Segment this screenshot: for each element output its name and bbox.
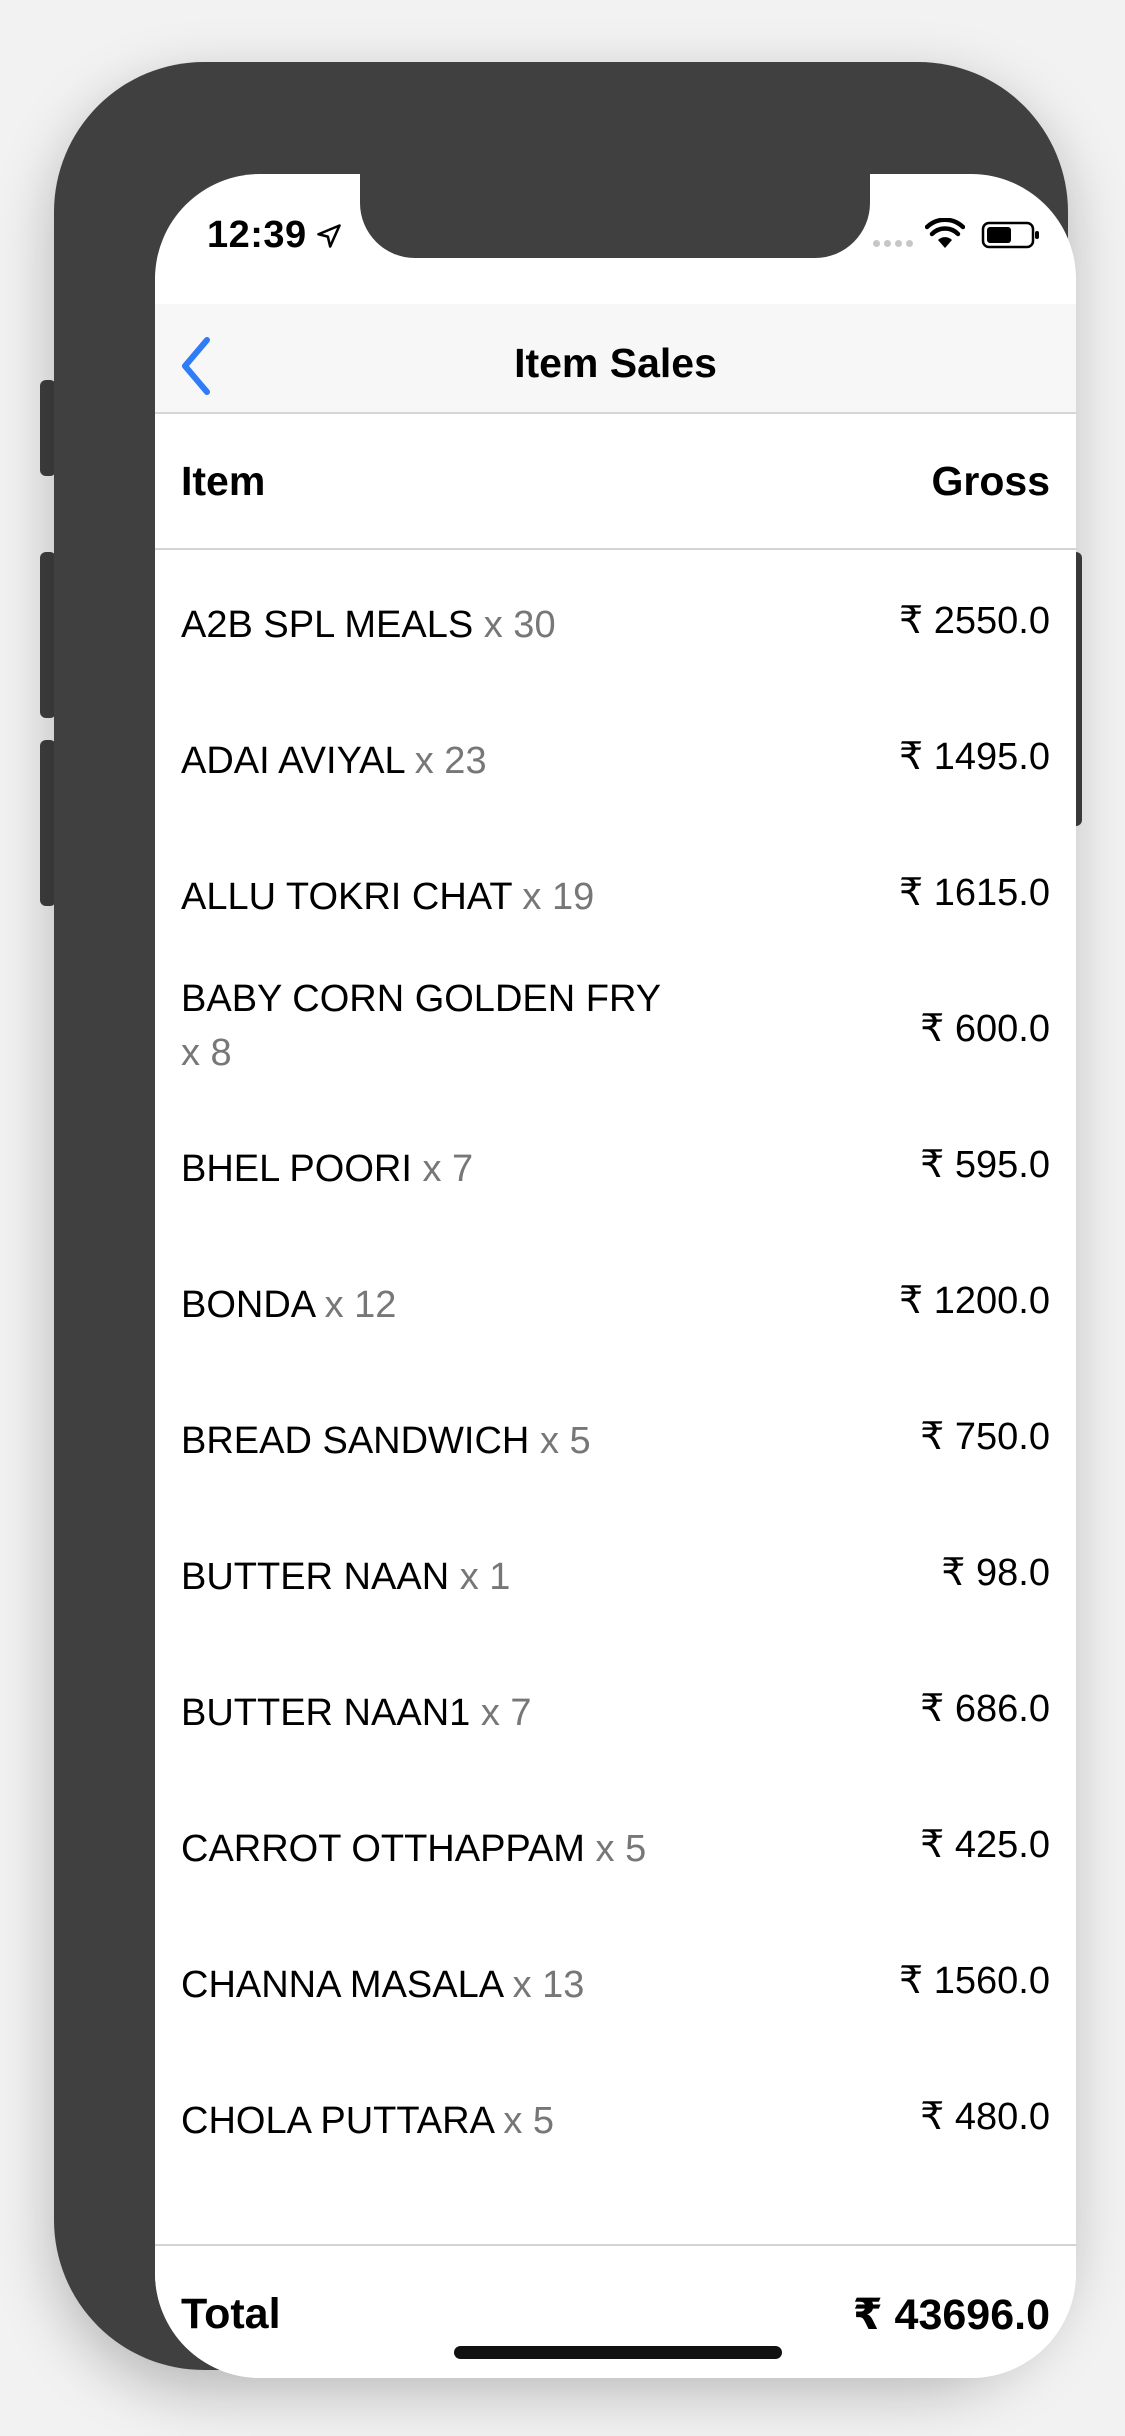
navigation-bar: Item Sales [155, 304, 1076, 414]
item-gross: ₹ 1200.0 [899, 1280, 1050, 1322]
item-label: CARROT OTTHAPPAM x 5 [181, 1822, 701, 1876]
item-name: BABY CORN GOLDEN FRY [181, 978, 662, 1020]
item-label: BREAD SANDWICH x 5 [181, 1414, 701, 1468]
item-label: CHANNA MASALA x 13 [181, 1958, 701, 2012]
table-header: Item Gross [155, 414, 1076, 550]
app-screen: 12:39 Item Sales Item Gross A2B SPL MEAL… [155, 174, 1076, 2378]
item-gross: ₹ 480.0 [920, 2096, 1050, 2138]
item-gross: ₹ 98.0 [941, 1552, 1050, 1594]
column-header-gross: Gross [931, 458, 1051, 504]
location-arrow-icon [317, 224, 341, 248]
item-name: ALLU TOKRI CHAT [181, 876, 512, 918]
item-name: BREAD SANDWICH [181, 1420, 530, 1462]
table-row[interactable]: BUTTER NAAN1 x 7 ₹ 686.0 [155, 1638, 1076, 1774]
item-label: BABY CORN GOLDEN FRY x 8 [181, 972, 701, 1080]
table-row[interactable]: ALLU TOKRI CHAT x 19 ₹ 1615.0 [155, 822, 1076, 958]
item-quantity: x 1 [459, 1556, 511, 1598]
item-label: BHEL POORI x 7 [181, 1142, 701, 1196]
item-quantity: x 8 [181, 1032, 232, 1074]
item-label: BUTTER NAAN1 x 7 [181, 1686, 701, 1740]
item-gross: ₹ 1560.0 [899, 1960, 1050, 2002]
item-quantity: x 19 [522, 876, 595, 918]
item-name: BUTTER NAAN [181, 1556, 450, 1598]
item-quantity: x 12 [324, 1284, 397, 1326]
item-gross: ₹ 425.0 [920, 1824, 1050, 1866]
item-name: BONDA [181, 1284, 315, 1326]
status-time: 12:39 [207, 214, 307, 256]
item-gross: ₹ 2550.0 [899, 600, 1050, 642]
item-quantity: x 7 [480, 1692, 532, 1734]
notch [360, 174, 870, 258]
total-value: ₹ 43696.0 [852, 2291, 1050, 2339]
table-row[interactable]: A2B SPL MEALS x 30 ₹ 2550.0 [155, 550, 1076, 686]
item-label: ALLU TOKRI CHAT x 19 [181, 870, 701, 924]
item-quantity: x 30 [483, 604, 556, 646]
item-name: CARROT OTTHAPPAM [181, 1828, 585, 1870]
item-name: ADAI AVIYAL [181, 740, 405, 782]
item-quantity: x 7 [422, 1148, 474, 1190]
battery-icon [981, 221, 1039, 249]
item-label: BONDA x 12 [181, 1278, 701, 1332]
table-row[interactable]: CHANNA MASALA x 13 ₹ 1560.0 [155, 1910, 1076, 2046]
item-gross: ₹ 750.0 [920, 1416, 1050, 1458]
table-row[interactable]: BUTTER NAAN x 1 ₹ 98.0 [155, 1502, 1076, 1638]
item-gross: ₹ 1495.0 [899, 736, 1050, 778]
item-label: A2B SPL MEALS x 30 [181, 598, 701, 652]
table-row[interactable]: ADAI AVIYAL x 23 ₹ 1495.0 [155, 686, 1076, 822]
cellular-signal-icon [873, 234, 917, 252]
item-label: ADAI AVIYAL x 23 [181, 734, 701, 788]
item-name: BUTTER NAAN1 [181, 1692, 471, 1734]
device-frame: 12:39 Item Sales Item Gross A2B SPL MEAL… [54, 62, 1076, 2378]
item-gross: ₹ 1615.0 [899, 872, 1050, 914]
item-quantity: x 5 [503, 2100, 555, 2142]
table-row[interactable]: BONDA x 12 ₹ 1200.0 [155, 1230, 1076, 1366]
table-row[interactable]: CHOLA PUTTARA x 5 ₹ 480.0 [155, 2046, 1076, 2182]
item-label: BUTTER NAAN x 1 [181, 1550, 701, 1604]
item-name: A2B SPL MEALS [181, 604, 474, 646]
item-quantity: x 13 [512, 1964, 585, 2006]
page-title: Item Sales [514, 340, 717, 386]
item-gross: ₹ 600.0 [920, 1008, 1050, 1050]
wifi-icon [925, 218, 965, 248]
table-row[interactable]: BREAD SANDWICH x 5 ₹ 750.0 [155, 1366, 1076, 1502]
item-quantity: x 23 [414, 740, 487, 782]
item-gross: ₹ 595.0 [920, 1144, 1050, 1186]
table-row[interactable]: BHEL POORI x 7 ₹ 595.0 [155, 1094, 1076, 1230]
item-quantity: x 5 [595, 1828, 647, 1870]
item-quantity: x 5 [539, 1420, 591, 1462]
item-name: CHANNA MASALA [181, 1964, 502, 2006]
item-label: CHOLA PUTTARA x 5 [181, 2094, 701, 2148]
item-name: BHEL POORI [181, 1148, 412, 1190]
table-row[interactable]: CARROT OTTHAPPAM x 5 ₹ 425.0 [155, 1774, 1076, 1910]
item-gross: ₹ 686.0 [920, 1688, 1050, 1730]
total-label: Total [181, 2290, 281, 2338]
home-indicator[interactable] [454, 2346, 782, 2359]
column-header-item: Item [181, 458, 266, 504]
item-sales-list[interactable]: A2B SPL MEALS x 30 ₹ 2550.0 ADAI AVIYAL … [155, 550, 1076, 2182]
item-name: CHOLA PUTTARA [181, 2100, 493, 2142]
table-row[interactable]: BABY CORN GOLDEN FRY x 8 ₹ 600.0 [155, 958, 1076, 1094]
